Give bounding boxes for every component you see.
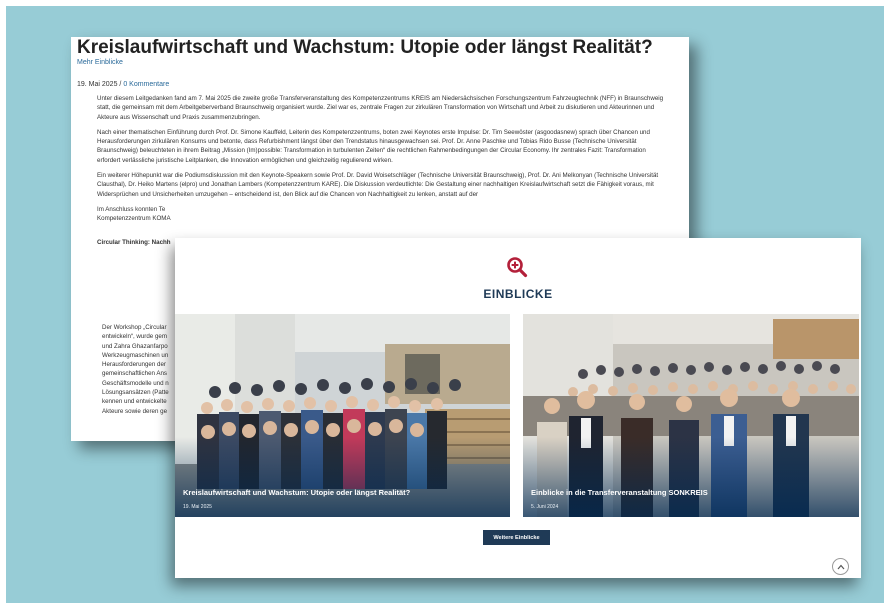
caption-gradient [175,437,510,517]
card-title[interactable]: Einblicke in die Transferveranstaltung S… [531,488,708,497]
article-meta: 19. Mai 2025 / 0 Kommentare [77,81,169,88]
article-date: 19. Mai 2025 [77,81,118,88]
paragraph: Im Anschluss konnten Te Kompetenzzentrum… [97,205,667,224]
insight-card[interactable]: Einblicke in die Transferveranstaltung S… [523,314,859,517]
more-insights-link[interactable]: Mehr Einblicke [77,59,123,66]
comments-link[interactable]: 0 Kommentare [123,81,169,88]
screenshot-frame: Kreislaufwirtschaft und Wachstum: Utopie… [0,0,892,609]
caption-gradient [523,437,859,517]
paragraph: Ein weiterer Höhepunkt war die Podiumsdi… [97,172,659,198]
card-date: 19. Mai 2025 [183,504,212,510]
more-insights-button[interactable]: Weitere Einblicke [483,530,550,545]
scroll-to-top-button[interactable] [832,558,849,575]
einblicke-section: EINBLICKE Kreislaufwirtschaft und Wachst… [175,238,861,578]
paragraph: Unter diesem Leitgedanken fand am 7. Mai… [97,95,664,121]
card-title[interactable]: Kreislaufwirtschaft und Wachstum: Utopie… [183,488,410,497]
article-body: Unter diesem Leitgedanken fand am 7. Mai… [97,94,667,253]
paragraph-line: Kompetenzzentrum KOMA [97,215,171,223]
article-title: Kreislaufwirtschaft und Wachstum: Utopie… [77,37,653,58]
paragraph: Nach einer thematischen Einführung durch… [97,128,650,164]
paragraph-line: Im Anschluss konnten Te [97,205,166,213]
chevron-up-icon [837,564,844,569]
einblicke-heading: EINBLICKE [483,287,553,301]
zoom-in-icon [507,257,528,278]
card-date: 5. Juni 2024 [531,504,559,510]
insight-card[interactable]: Kreislaufwirtschaft und Wachstum: Utopie… [175,314,510,517]
